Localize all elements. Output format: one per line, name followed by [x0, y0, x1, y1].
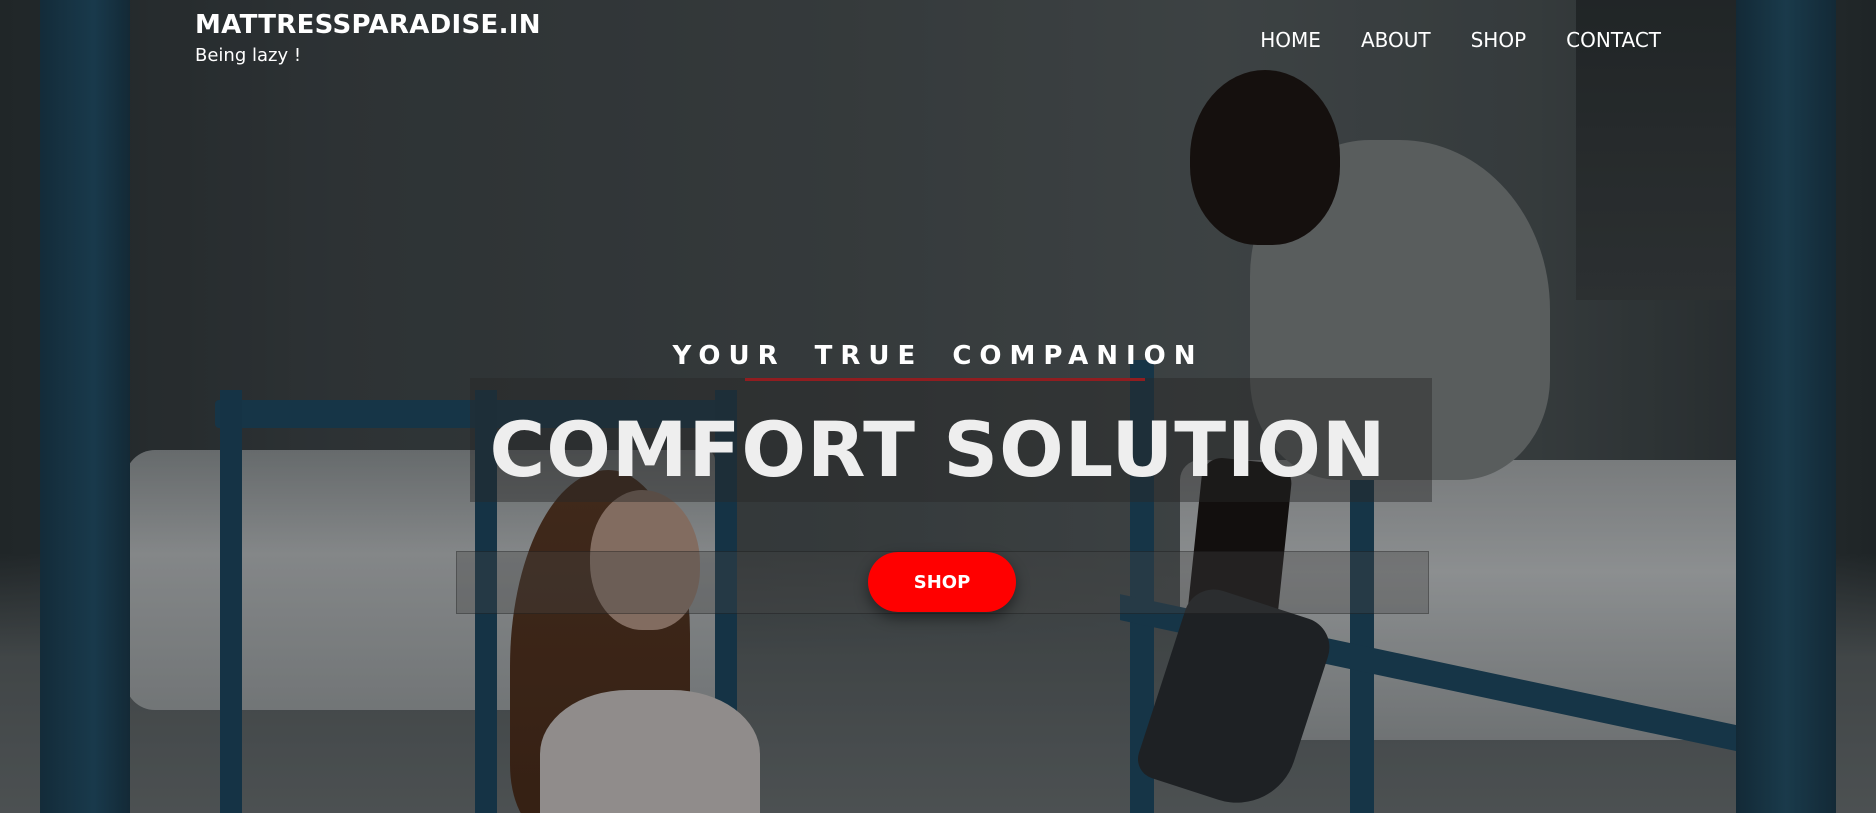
shop-button[interactable]: SHOP — [868, 552, 1016, 612]
site-brand: MATTRESSPARADISE.IN Being lazy ! — [195, 10, 541, 66]
nav-item-about[interactable]: ABOUT — [1361, 28, 1431, 52]
hero-section: MATTRESSPARADISE.IN Being lazy ! HOME AB… — [0, 0, 1876, 813]
hero-kicker: YOUR TRUE COMPANION — [672, 341, 1204, 371]
nav-item-home[interactable]: HOME — [1260, 28, 1321, 52]
site-tagline: Being lazy ! — [195, 45, 302, 66]
nav-item-shop[interactable]: SHOP — [1471, 28, 1527, 52]
nav-item-contact[interactable]: CONTACT — [1566, 28, 1661, 52]
main-nav: HOME ABOUT SHOP CONTACT — [1260, 28, 1661, 52]
site-logo-link[interactable]: MATTRESSPARADISE.IN — [195, 10, 541, 40]
hero-title: COMFORT SOLUTION — [489, 405, 1387, 494]
